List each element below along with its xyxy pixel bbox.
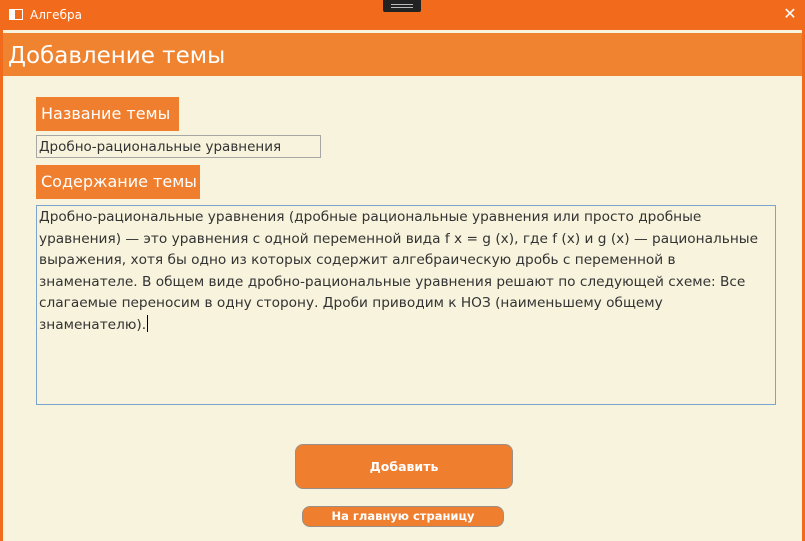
page-title: Добавление темы <box>8 43 226 69</box>
page-header: Добавление темы <box>3 33 802 76</box>
home-page-button[interactable]: На главную страницу <box>302 506 504 527</box>
topic-name-label: Название темы <box>36 97 179 131</box>
close-icon[interactable]: ✕ <box>780 4 800 24</box>
title-bar: Алгебра ✕ <box>0 0 805 30</box>
add-button[interactable]: Добавить <box>295 444 513 489</box>
topic-name-input[interactable] <box>36 135 321 158</box>
app-icon <box>9 9 23 20</box>
window-title: Алгебра <box>30 8 82 22</box>
topic-content-label: Содержание темы <box>36 165 200 199</box>
main-window: Добавление темы Название темы Содержание… <box>3 30 802 541</box>
drag-handle-icon[interactable] <box>383 0 421 12</box>
topic-content-textarea[interactable]: Дробно-рациональные уравнения (дробные р… <box>36 205 776 405</box>
text-caret <box>147 314 149 332</box>
